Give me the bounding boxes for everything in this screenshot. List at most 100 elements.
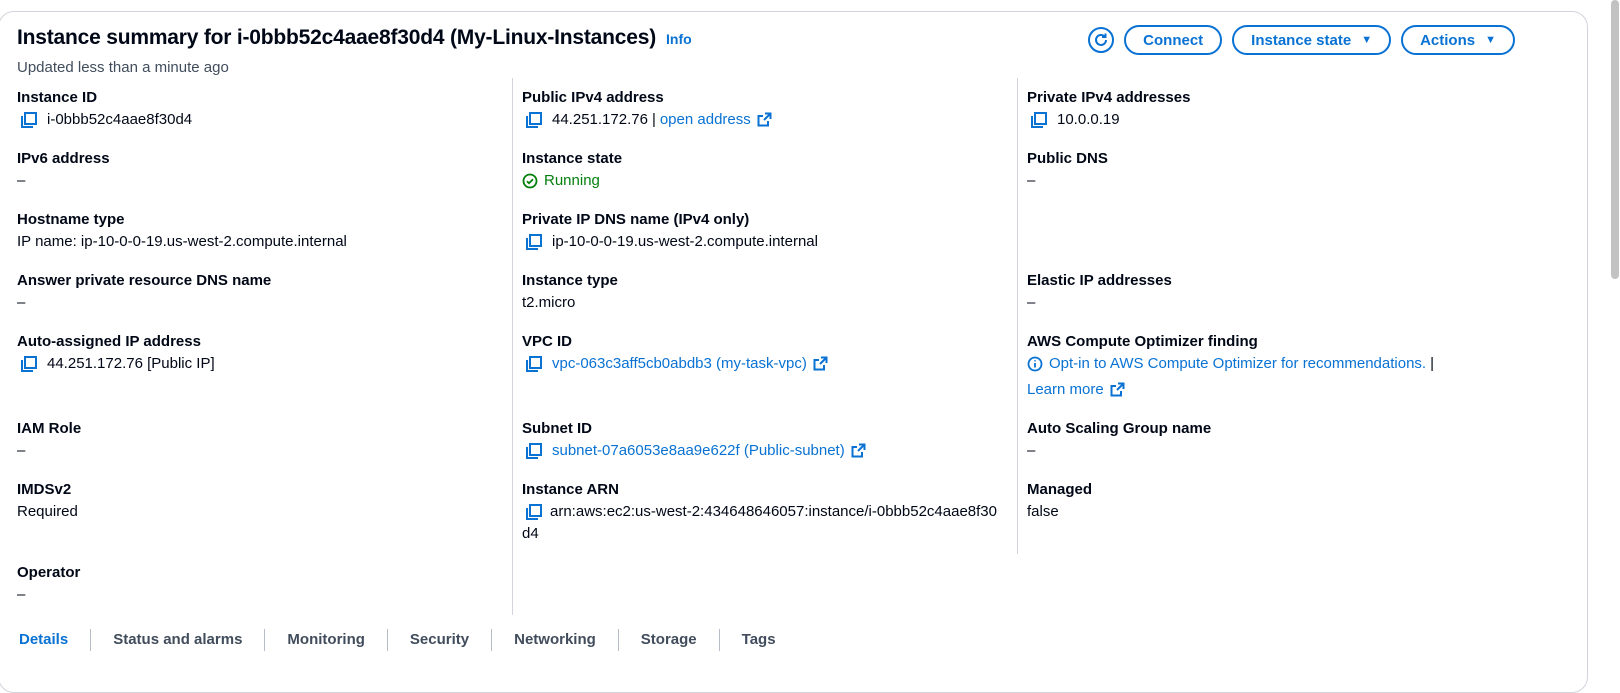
instance-state-label: Instance state	[1251, 31, 1352, 49]
field-label: Operator	[17, 564, 81, 581]
field-label: IAM Role	[17, 420, 82, 437]
connect-label: Connect	[1143, 31, 1204, 49]
field-label: Private IPv4 addresses	[1027, 89, 1191, 106]
page-title: Instance summary for i-0bbb52c4aae8f30d4…	[17, 26, 657, 49]
field-ipv6: IPv6 address –	[17, 148, 110, 192]
field-value: arn:aws:ec2:us-west-2:434648646057:insta…	[522, 503, 997, 542]
field-label: Answer private resource DNS name	[17, 272, 272, 289]
field-label: IPv6 address	[17, 150, 110, 167]
info-link[interactable]: Info	[666, 31, 692, 47]
field-value: 10.0.0.19	[1057, 111, 1120, 128]
field-managed: Managed false	[1027, 479, 1092, 523]
detail-tabs: Details Status and alarms Monitoring Sec…	[17, 629, 798, 651]
tab-storage[interactable]: Storage	[619, 629, 720, 651]
scrollbar-thumb[interactable]	[1611, 0, 1619, 279]
field-label: Public IPv4 address	[522, 89, 664, 106]
separator: |	[1430, 355, 1434, 372]
field-private-dns: Private IP DNS name (IPv4 only) ip-10-0-…	[522, 209, 818, 253]
refresh-icon	[1095, 33, 1108, 46]
field-operator: Operator –	[17, 562, 80, 606]
connect-button[interactable]: Connect	[1124, 25, 1223, 55]
field-imdsv2: IMDSv2 Required	[17, 479, 78, 523]
field-value: Required	[17, 503, 78, 520]
field-label: Managed	[1027, 481, 1093, 498]
field-compute-optimizer: AWS Compute Optimizer finding Opt-in to …	[1027, 331, 1487, 401]
field-value: –	[17, 172, 26, 189]
field-label: Instance type	[522, 272, 618, 289]
external-link-icon	[1110, 382, 1125, 397]
caret-down-icon: ▼	[1485, 34, 1496, 46]
header: Instance summary for i-0bbb52c4aae8f30d4…	[17, 26, 692, 50]
field-value: t2.micro	[522, 294, 576, 311]
field-iam-role: IAM Role –	[17, 418, 81, 462]
field-label: Elastic IP addresses	[1027, 272, 1172, 289]
updated-status: Updated less than a minute ago	[17, 59, 229, 76]
actions-dropdown[interactable]: Actions ▼	[1401, 25, 1515, 55]
external-link-icon	[813, 356, 828, 371]
instance-state-dropdown[interactable]: Instance state ▼	[1232, 25, 1392, 55]
vpc-link[interactable]: vpc-063c3aff5cb0abdb3 (my-task-vpc)	[552, 353, 807, 375]
learn-more-link[interactable]: Learn more	[1027, 379, 1104, 401]
field-label: Instance state	[522, 150, 623, 167]
field-instance-type: Instance type t2.micro	[522, 270, 618, 314]
actions-label: Actions	[1420, 31, 1476, 49]
field-private-ipv4: Private IPv4 addresses 10.0.0.19	[1027, 87, 1190, 131]
tab-details[interactable]: Details	[17, 629, 92, 651]
field-answer-dns: Answer private resource DNS name –	[17, 270, 271, 314]
field-public-dns: Public DNS –	[1027, 148, 1108, 192]
external-link-icon	[757, 112, 772, 127]
field-label: Auto-assigned IP address	[17, 333, 201, 350]
field-auto-ip: Auto-assigned IP address 44.251.172.76 […	[17, 331, 215, 375]
field-label: Auto Scaling Group name	[1027, 420, 1212, 437]
field-label: AWS Compute Optimizer finding	[1027, 333, 1258, 350]
info-circle-icon	[1027, 356, 1043, 372]
field-value: –	[17, 442, 26, 459]
tab-monitoring[interactable]: Monitoring	[265, 629, 388, 651]
field-value: i-0bbb52c4aae8f30d4	[47, 111, 193, 128]
field-value: ip-10-0-0-19.us-west-2.compute.internal	[552, 233, 818, 250]
status-running-text: Running	[544, 172, 600, 189]
field-value: IP name: ip-10-0-0-19.us-west-2.compute.…	[17, 233, 347, 250]
subnet-link[interactable]: subnet-07a6053e8aa9e622f (Public-subnet)	[552, 440, 845, 462]
field-label: VPC ID	[522, 333, 573, 350]
field-value: 44.251.172.76 [Public IP]	[47, 355, 215, 372]
field-label: Instance ID	[17, 89, 98, 106]
tab-tags[interactable]: Tags	[720, 629, 798, 651]
copy-icon[interactable]	[20, 355, 38, 373]
field-public-ipv4: Public IPv4 address 44.251.172.76 | open…	[522, 87, 772, 131]
field-value: 44.251.172.76	[552, 111, 648, 128]
open-address-link[interactable]: open address	[660, 109, 751, 131]
field-asg-name: Auto Scaling Group name –	[1027, 418, 1211, 462]
field-instance-id: Instance ID i-0bbb52c4aae8f30d4	[17, 87, 192, 131]
field-label: Subnet ID	[522, 420, 592, 437]
field-vpc-id: VPC ID vpc-063c3aff5cb0abdb3 (my-task-vp…	[522, 331, 828, 375]
copy-icon[interactable]	[525, 503, 543, 521]
copy-icon[interactable]	[525, 355, 543, 373]
optimizer-opt-in-link[interactable]: Opt-in to AWS Compute Optimizer for reco…	[1049, 353, 1426, 375]
copy-icon[interactable]	[525, 442, 543, 460]
tab-networking[interactable]: Networking	[492, 629, 619, 651]
copy-icon[interactable]	[525, 111, 543, 129]
tab-status-and-alarms[interactable]: Status and alarms	[91, 629, 266, 651]
field-value: –	[17, 586, 26, 603]
copy-icon[interactable]	[525, 233, 543, 251]
copy-icon[interactable]	[1030, 111, 1048, 129]
tab-security[interactable]: Security	[388, 629, 493, 651]
separator: |	[651, 111, 656, 128]
field-label: Instance ARN	[522, 481, 619, 498]
refresh-button[interactable]	[1088, 27, 1115, 53]
field-subnet-id: Subnet ID subnet-07a6053e8aa9e622f (Publ…	[522, 418, 866, 462]
header-actions: Connect Instance state ▼ Actions ▼	[1088, 25, 1515, 55]
field-hostname-type: Hostname type IP name: ip-10-0-0-19.us-w…	[17, 209, 347, 253]
field-value: –	[17, 294, 26, 311]
status-ok-icon	[522, 173, 538, 189]
field-value: –	[1027, 172, 1036, 189]
field-label: IMDSv2	[17, 481, 72, 498]
field-instance-arn: Instance ARN arn:aws:ec2:us-west-2:43464…	[522, 479, 1004, 545]
field-instance-state: Instance state Running	[522, 148, 622, 192]
field-elastic-ip: Elastic IP addresses –	[1027, 270, 1172, 314]
caret-down-icon: ▼	[1361, 34, 1373, 46]
copy-icon[interactable]	[20, 111, 38, 129]
field-label: Private IP DNS name (IPv4 only)	[522, 211, 750, 228]
field-value: false	[1027, 503, 1059, 520]
